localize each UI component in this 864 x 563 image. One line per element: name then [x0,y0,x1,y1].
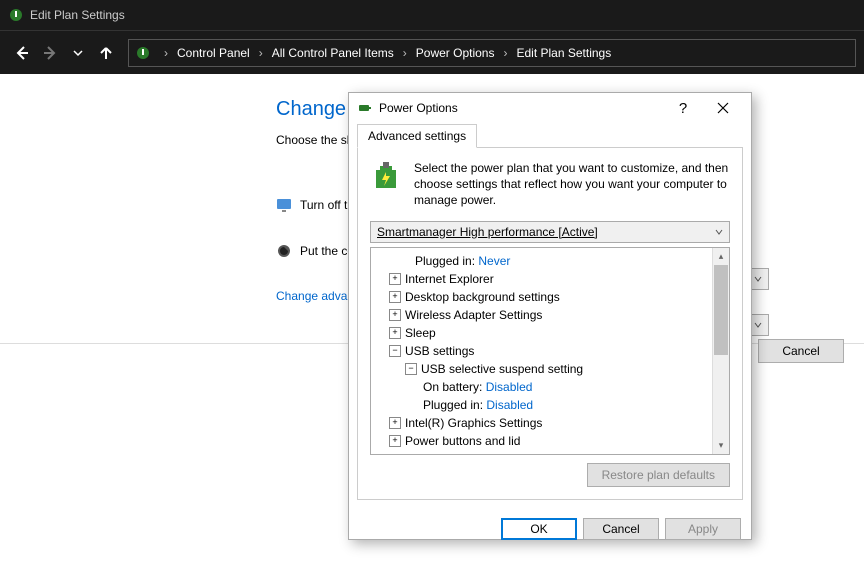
help-button[interactable]: ? [663,93,703,123]
scrollbar[interactable]: ▴ ▾ [712,248,729,454]
sleep-label: Put the co [300,244,354,258]
collapse-icon[interactable]: − [389,345,401,357]
window-titlebar: Edit Plan Settings [0,0,864,30]
chevron-right-icon[interactable]: › [498,46,512,60]
intro-text: Select the power plan that you want to c… [414,160,730,209]
battery-large-icon [370,160,402,192]
tree-row-sleep[interactable]: + Sleep [373,324,727,342]
tree-row-power-buttons[interactable]: + Power buttons and lid [373,432,727,450]
value-never[interactable]: Never [478,252,510,270]
tree-row-desktop[interactable]: + Desktop background settings [373,288,727,306]
battery-icon [357,100,373,116]
page-cancel-button[interactable]: Cancel [758,339,844,363]
apply-button[interactable]: Apply [665,518,741,540]
expand-icon[interactable]: + [389,327,401,339]
expand-icon[interactable]: + [389,291,401,303]
app-icon [8,7,24,23]
plan-label: Smartmanager High performance [Active] [377,225,598,239]
tab-advanced-settings[interactable]: Advanced settings [357,124,477,148]
tree-row-intel[interactable]: + Intel(R) Graphics Settings [373,414,727,432]
restore-defaults-button[interactable]: Restore plan defaults [587,463,730,487]
window-title: Edit Plan Settings [30,8,125,22]
expand-icon[interactable]: + [389,273,401,285]
tree-row-ie[interactable]: + Internet Explorer [373,270,727,288]
cancel-button[interactable]: Cancel [583,518,659,540]
display-icon [276,197,292,213]
expand-icon[interactable]: + [389,417,401,429]
display-label: Turn off t [300,198,347,212]
tree-row-on-battery[interactable]: On battery: Disabled [373,378,727,396]
crumb-power-options[interactable]: Power Options [412,46,499,60]
collapse-icon[interactable]: − [405,363,417,375]
expand-icon[interactable]: + [389,435,401,447]
breadcrumb[interactable]: › Control Panel › All Control Panel Item… [128,39,856,67]
up-button[interactable] [92,39,120,67]
crumb-control-panel[interactable]: Control Panel [173,46,254,60]
power-options-dialog: Power Options ? Advanced settings Select… [348,92,752,540]
forward-button[interactable] [36,39,64,67]
tree-row-plugged-top[interactable]: Plugged in: Never [373,252,727,270]
recent-button[interactable] [64,39,92,67]
scroll-up-icon[interactable]: ▴ [713,248,729,265]
crumb-edit-plan[interactable]: Edit Plan Settings [512,46,615,60]
crumb-all-items[interactable]: All Control Panel Items [268,46,398,60]
close-button[interactable] [703,93,743,123]
power-plan-icon [135,45,151,61]
ok-button[interactable]: OK [501,518,577,540]
chevron-right-icon[interactable]: › [398,46,412,60]
chevron-right-icon[interactable]: › [159,46,173,60]
scroll-down-icon[interactable]: ▾ [713,437,729,454]
expand-icon[interactable]: + [389,309,401,321]
tree-row-plugged-in2[interactable]: Plugged in: Disabled [373,396,727,414]
value-disabled-plugged[interactable]: Disabled [486,396,533,414]
tree-row-usb-suspend[interactable]: − USB selective suspend setting [373,360,727,378]
scroll-thumb[interactable] [714,265,728,355]
back-button[interactable] [8,39,36,67]
tree-row-wireless[interactable]: + Wireless Adapter Settings [373,306,727,324]
value-disabled-battery[interactable]: Disabled [486,378,533,396]
chevron-right-icon[interactable]: › [254,46,268,60]
chevron-down-icon [715,228,723,236]
sleep-icon [276,243,292,259]
dialog-titlebar[interactable]: Power Options ? [349,93,751,123]
tabbar: Advanced settings [357,123,743,148]
settings-tree: Plugged in: Never + Internet Explorer + … [370,247,730,455]
plan-select[interactable]: Smartmanager High performance [Active] [370,221,730,243]
tree-row-usb[interactable]: − USB settings [373,342,727,360]
navbar: › Control Panel › All Control Panel Item… [0,30,864,74]
dialog-title: Power Options [379,101,663,115]
dialog-footer: OK Cancel Apply [349,508,751,550]
